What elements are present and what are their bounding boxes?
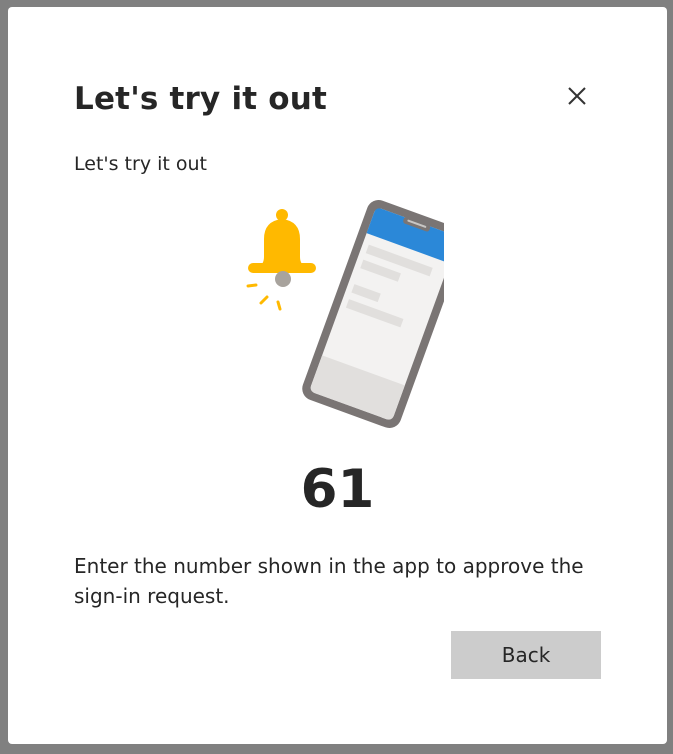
verification-number: 61 — [300, 459, 375, 520]
back-button[interactable]: Back — [451, 631, 601, 679]
notification-illustration — [234, 199, 466, 431]
dialog-title: Let's try it out — [74, 81, 328, 117]
instruction-text: Enter the number shown in the app to app… — [74, 554, 584, 608]
bell-icon — [246, 209, 316, 311]
close-button[interactable] — [561, 80, 593, 112]
dialog: Let's try it out Let's try it out 61 Ent… — [8, 7, 667, 744]
phone-icon — [302, 199, 466, 429]
close-icon — [568, 87, 586, 105]
dialog-subtitle: Let's try it out — [74, 153, 207, 175]
